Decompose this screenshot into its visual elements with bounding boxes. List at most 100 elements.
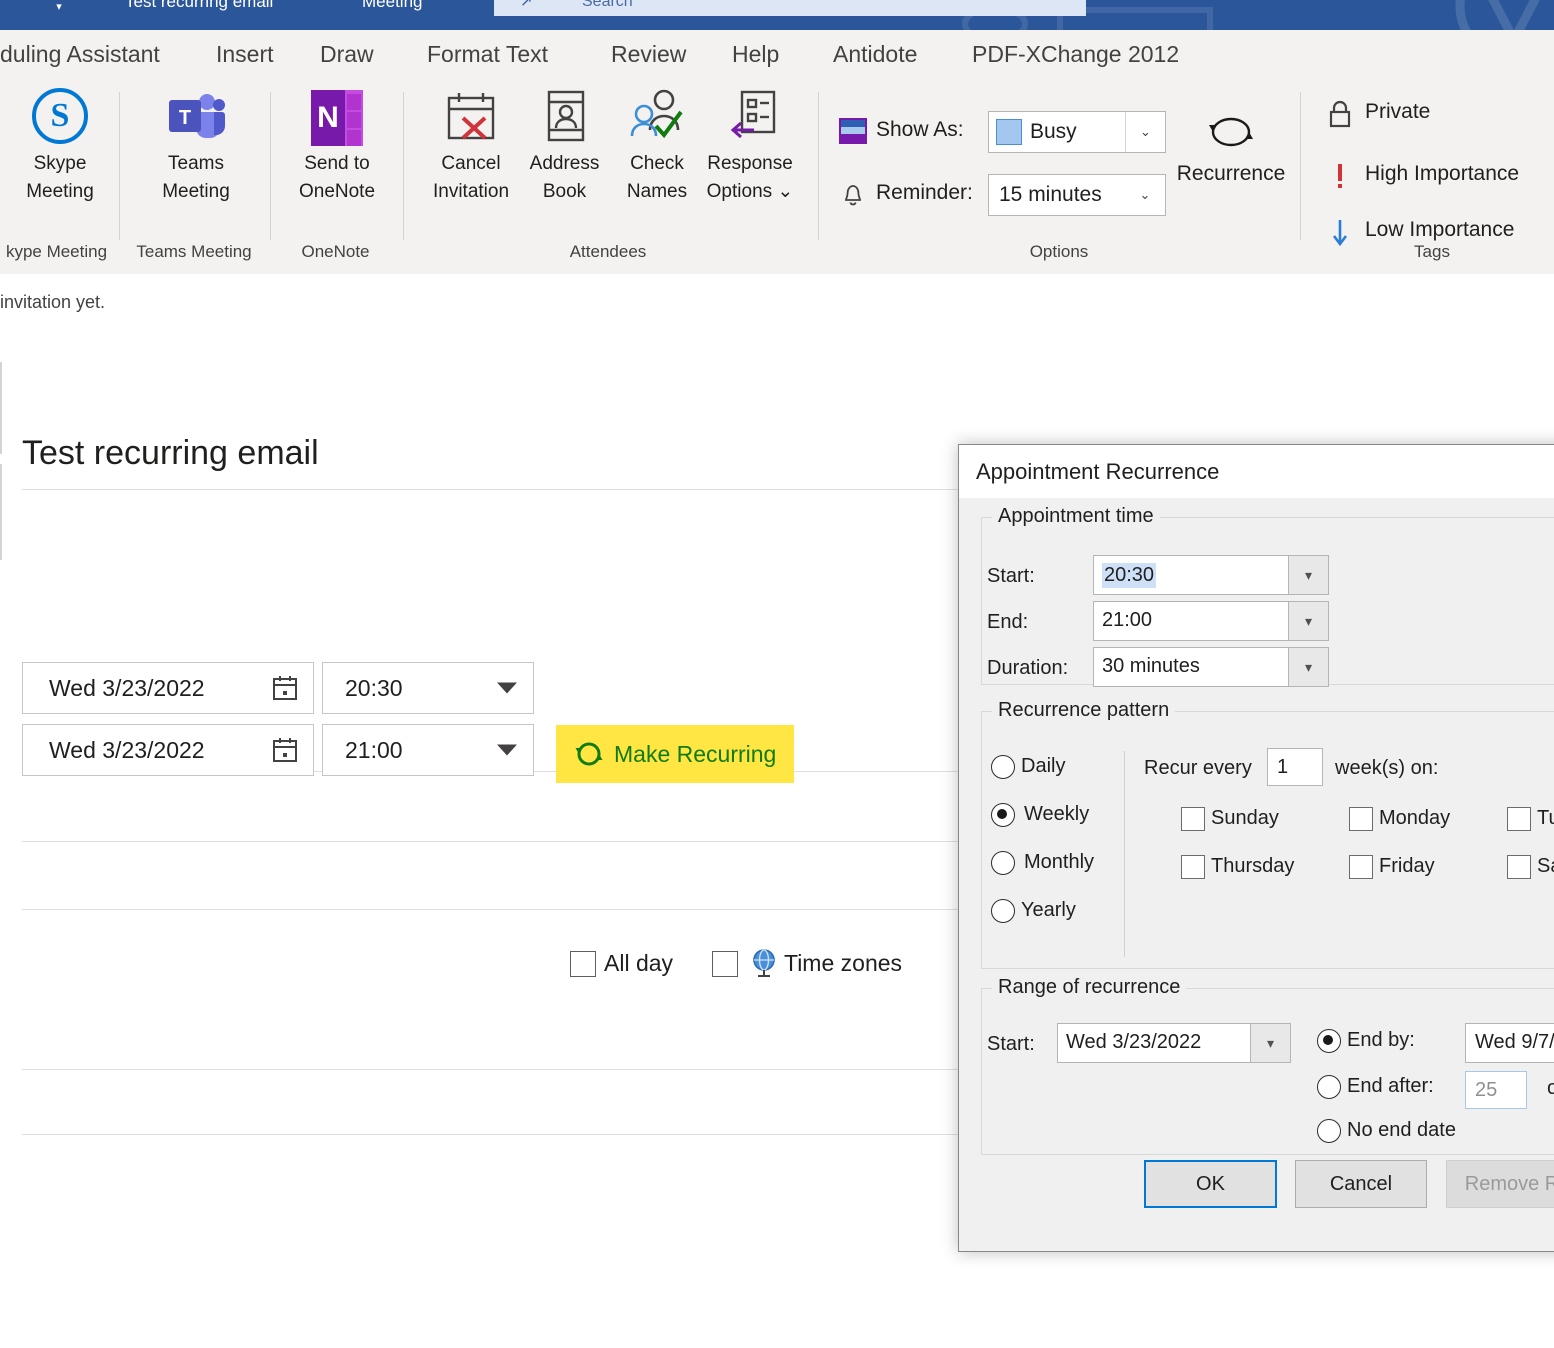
svg-text:T: T: [179, 107, 191, 129]
tab-insert[interactable]: Insert: [216, 30, 274, 78]
appointment-end-combobox[interactable]: 21:00 ▾: [1093, 601, 1329, 641]
group-label-onenote: OneNote: [301, 242, 370, 261]
reminder-value: 15 minutes: [999, 183, 1102, 206]
remove-recurrence-button: Remove R: [1446, 1160, 1554, 1208]
chevron-down-icon[interactable]: ▾: [1250, 1024, 1290, 1062]
ok-button[interactable]: OK: [1144, 1160, 1277, 1208]
address-book-button[interactable]: Address Book: [512, 84, 617, 206]
end-by-date-value: Wed 9/7/2: [1475, 1031, 1554, 1053]
radio-yearly[interactable]: [991, 899, 1015, 923]
group-separator: [1300, 92, 1301, 240]
end-after-occurrences-input[interactable]: 25: [1465, 1071, 1527, 1109]
lock-icon: [1329, 100, 1351, 128]
group-label-attendees: Attendees: [569, 242, 647, 261]
calendar-icon[interactable]: [271, 736, 299, 764]
search-input[interactable]: Search: [582, 0, 633, 11]
tab-help[interactable]: Help: [732, 30, 779, 78]
appointment-recurrence-dialog: Appointment Recurrence Appointment time …: [958, 444, 1554, 1252]
checkbox-thursday[interactable]: [1181, 855, 1205, 879]
checkbox-monday[interactable]: [1349, 807, 1373, 831]
quick-access-dropdown-icon[interactable]: ▾: [52, 0, 66, 14]
end-by-date-input[interactable]: Wed 9/7/2: [1465, 1023, 1554, 1063]
appointment-duration-combobox[interactable]: 30 minutes ▾: [1093, 647, 1329, 687]
group-label-skype-meeting: kype Meeting: [5, 242, 108, 261]
chevron-down-icon[interactable]: ▾: [1288, 602, 1328, 640]
window-title-bar: ▾ Test recurring email Meeting ↗ Search: [0, 0, 1554, 30]
checkbox-friday[interactable]: [1349, 855, 1373, 879]
checkbox-saturday[interactable]: [1507, 855, 1531, 879]
radio-daily[interactable]: [991, 755, 1015, 779]
calendar-icon[interactable]: [271, 674, 299, 702]
checkbox-friday-label: Friday: [1379, 855, 1435, 877]
to-field-stub[interactable]: [0, 362, 2, 454]
chevron-down-icon[interactable]: ⌄: [1125, 112, 1165, 152]
chevron-down-icon[interactable]: [497, 744, 517, 756]
appointment-start-combobox[interactable]: 20:30 ▾: [1093, 555, 1329, 595]
address-book-icon: [512, 84, 617, 150]
time-zones-label: Time zones: [784, 950, 903, 976]
search-icon: ↗: [520, 0, 533, 10]
radio-weekly-label: Weekly: [1024, 803, 1090, 825]
cancel-button[interactable]: Cancel: [1295, 1160, 1427, 1208]
skype-meeting-button[interactable]: S Skype Meeting: [8, 84, 112, 206]
checkbox-monday-label: Monday: [1379, 807, 1451, 829]
group-label-options: Options: [1029, 242, 1089, 261]
group-separator: [270, 92, 271, 240]
tab-draw[interactable]: Draw: [320, 30, 374, 78]
tab-review[interactable]: Review: [611, 30, 686, 78]
tab-pdf-xchange[interactable]: PDF-XChange 2012: [972, 30, 1179, 78]
response-options-button[interactable]: Response Options ⌄: [694, 84, 806, 206]
reminder-row: Reminder:: [838, 173, 988, 217]
free-busy-icon: [839, 118, 867, 144]
reminder-combobox[interactable]: 15 minutes ⌄: [988, 174, 1166, 216]
recur-every-input[interactable]: 1: [1267, 748, 1323, 786]
start-date-field[interactable]: Wed 3/23/2022: [22, 662, 314, 714]
tab-format-text[interactable]: Format Text: [427, 30, 548, 78]
tab-antidote[interactable]: Antidote: [833, 30, 917, 78]
chevron-down-icon[interactable]: ▾: [1288, 648, 1328, 686]
radio-weekly[interactable]: [991, 803, 1015, 827]
radio-daily-label: Daily: [1021, 755, 1066, 777]
tab-scheduling-assistant[interactable]: duling Assistant: [0, 30, 160, 78]
make-recurring-label: Make Recurring: [614, 740, 777, 767]
appointment-duration-value: 30 minutes: [1102, 655, 1200, 677]
recurrence-pattern-legend: Recurrence pattern: [992, 699, 1176, 722]
radio-end-after[interactable]: [1317, 1075, 1341, 1099]
from-field-stub[interactable]: [0, 464, 2, 560]
teams-meeting-button[interactable]: T Teams Meeting: [130, 84, 262, 206]
show-as-combobox[interactable]: Busy ⌄: [988, 111, 1166, 153]
end-time-field[interactable]: 21:00: [322, 724, 534, 776]
check-names-button[interactable]: Check Names: [612, 84, 702, 206]
radio-no-end-date[interactable]: [1317, 1119, 1341, 1143]
teams-meeting-label-line2: Meeting: [162, 181, 230, 202]
window-watermark: [1455, 0, 1540, 30]
group-separator: [119, 92, 120, 240]
private-button[interactable]: Private: [1325, 94, 1525, 134]
range-start-value: Wed 3/23/2022: [1066, 1031, 1202, 1053]
all-day-checkbox[interactable]: [570, 951, 596, 977]
show-as-row: Show As:: [838, 110, 978, 154]
radio-monthly[interactable]: [991, 851, 1015, 875]
checkbox-tuesday[interactable]: [1507, 807, 1531, 831]
make-recurring-button[interactable]: Make Recurring: [556, 725, 794, 783]
chevron-down-icon[interactable]: ▾: [1288, 556, 1328, 594]
chevron-down-icon[interactable]: [497, 682, 517, 694]
recurrence-label: Recurrence: [1176, 162, 1286, 185]
send-to-onenote-button[interactable]: N Send to OneNote: [278, 84, 396, 206]
range-start-combobox[interactable]: Wed 3/23/2022 ▾: [1057, 1023, 1291, 1063]
end-date-value: Wed 3/23/2022: [49, 736, 205, 763]
start-time-field[interactable]: 20:30: [322, 662, 534, 714]
chevron-down-icon[interactable]: ⌄: [1125, 175, 1165, 215]
check-names-label-line1: Check: [630, 153, 684, 174]
bell-icon: [845, 185, 861, 206]
appointment-duration-label: Duration:: [987, 657, 1069, 679]
radio-end-by[interactable]: [1317, 1029, 1341, 1053]
high-importance-button[interactable]: High Importance: [1325, 156, 1545, 196]
send-to-onenote-label-line1: Send to: [304, 153, 370, 174]
time-zones-checkbox[interactable]: [712, 951, 738, 977]
show-as-value: Busy: [1030, 120, 1077, 143]
subject-text[interactable]: Test recurring email: [22, 434, 319, 473]
checkbox-saturday-label: Sa: [1537, 855, 1554, 877]
end-date-field[interactable]: Wed 3/23/2022: [22, 724, 314, 776]
checkbox-sunday[interactable]: [1181, 807, 1205, 831]
